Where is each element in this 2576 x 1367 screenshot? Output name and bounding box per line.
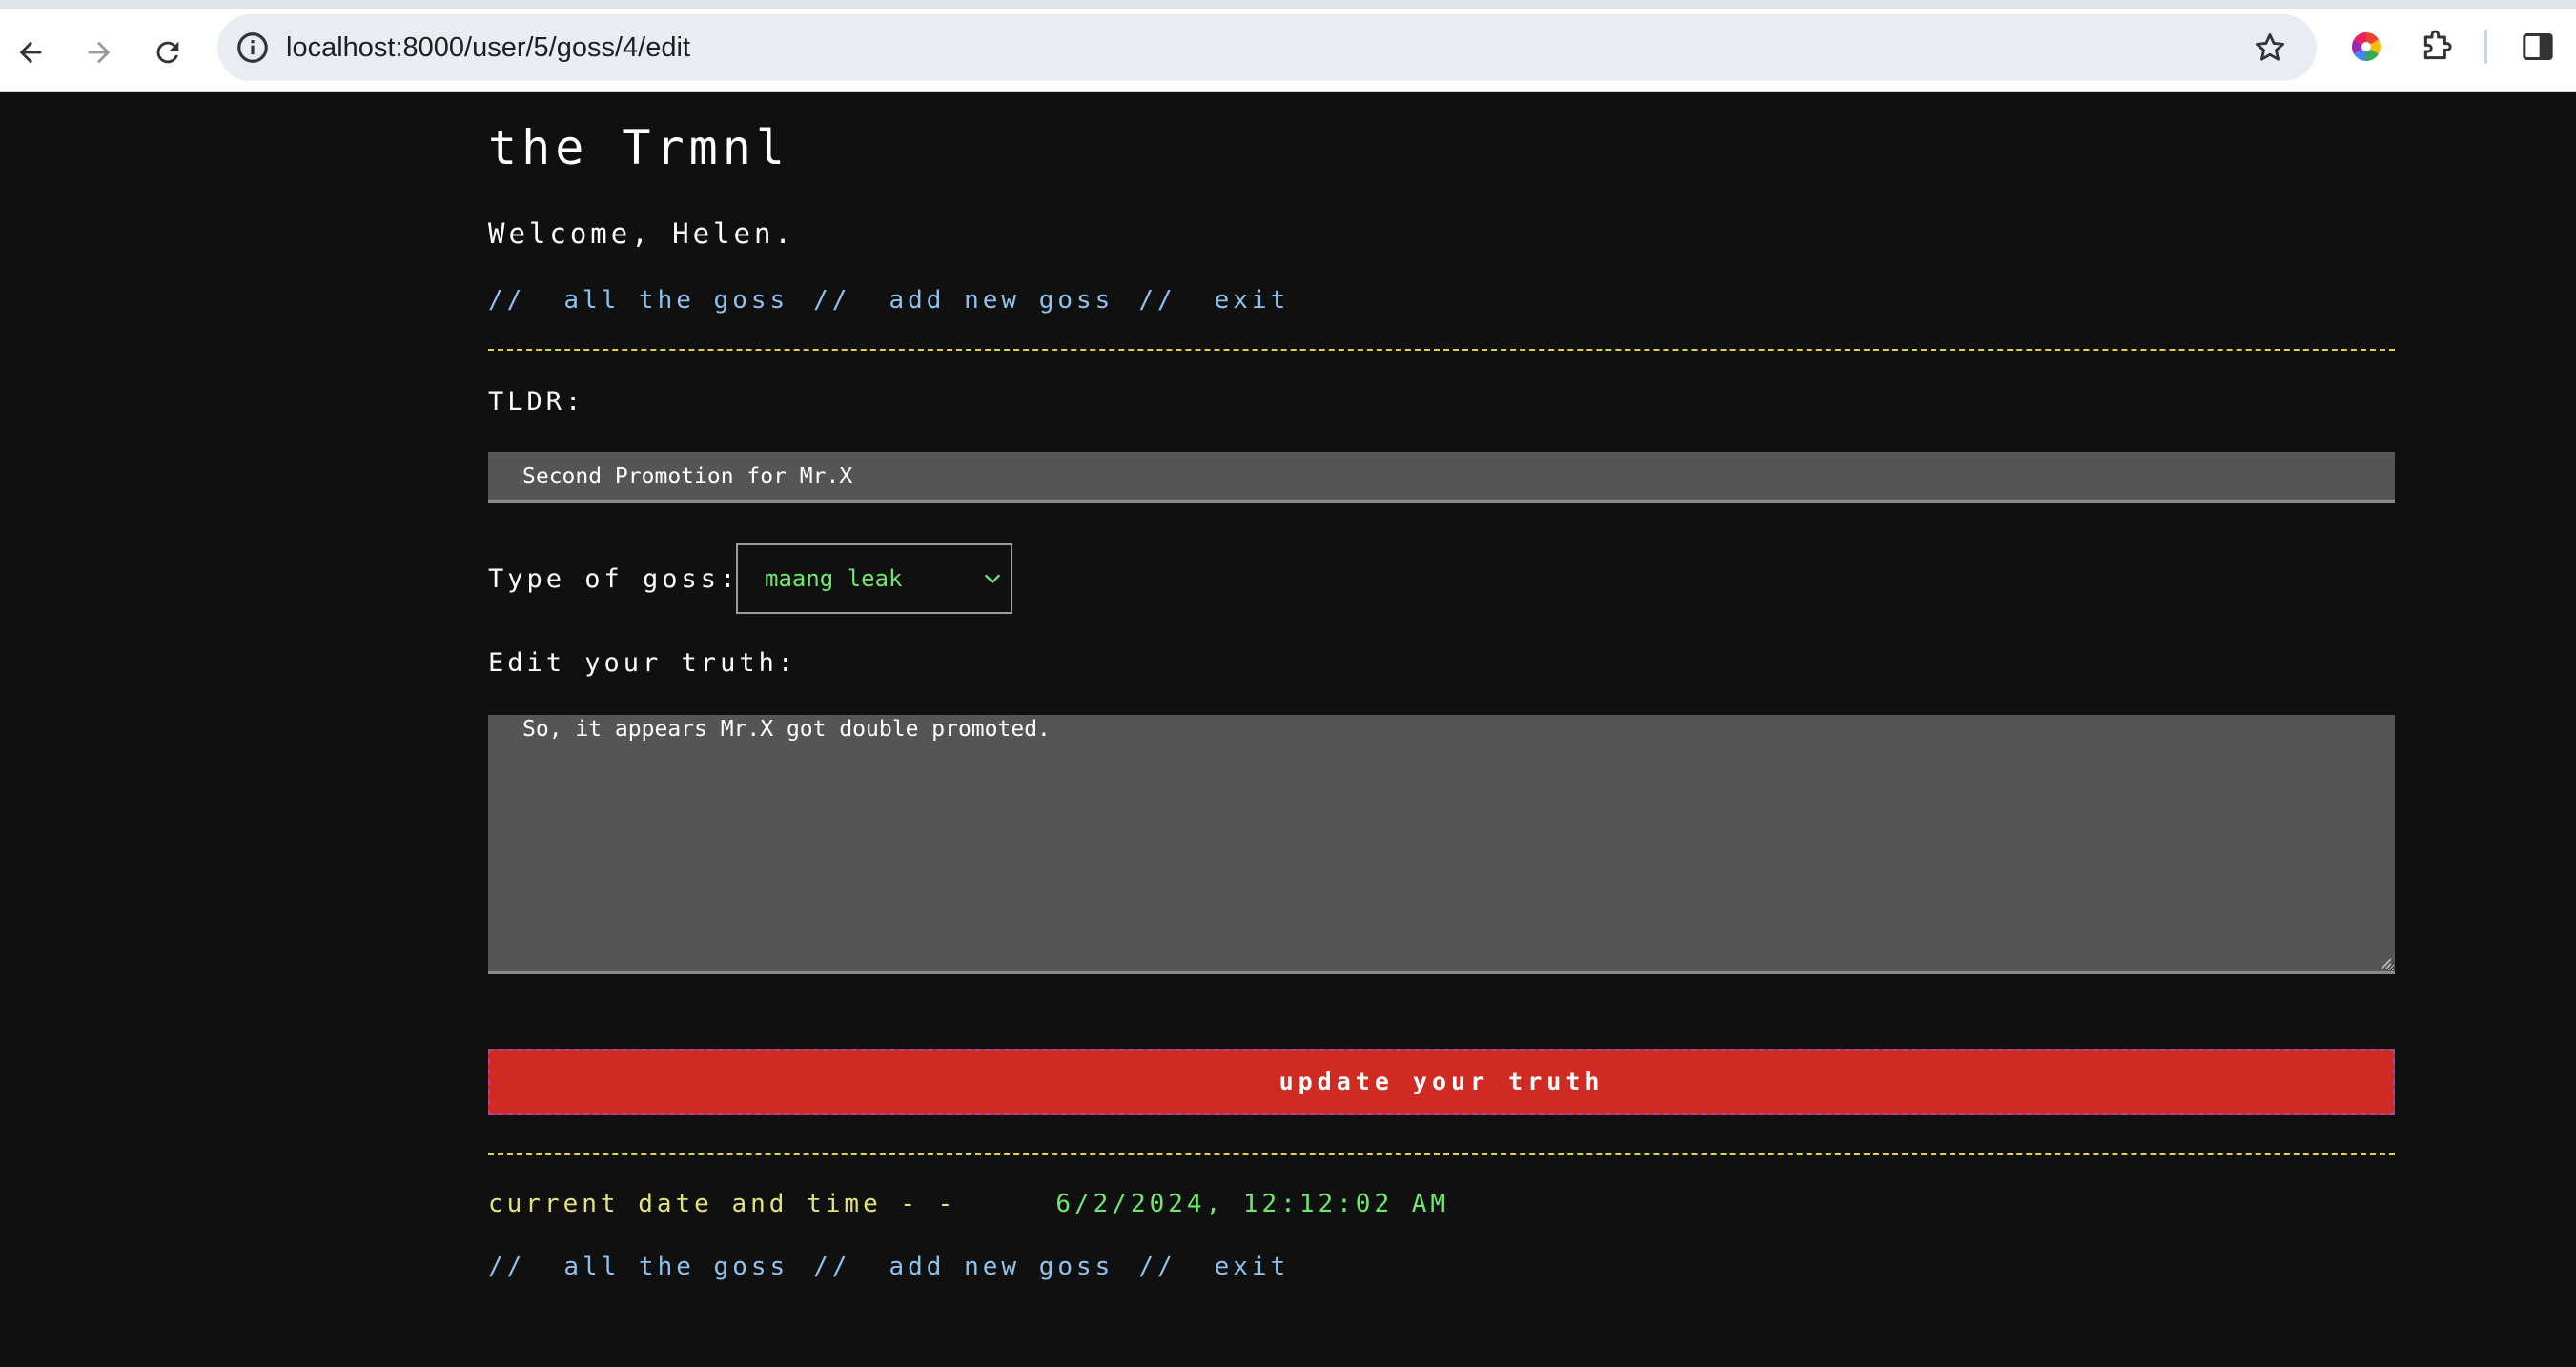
nav-link-all-goss[interactable]: all the goss	[563, 286, 788, 315]
toolbar-divider	[2484, 30, 2487, 64]
page-body: the Trmnl Welcome, Helen. // all the gos…	[0, 92, 2576, 1367]
nav-link-add-goss[interactable]: add new goss	[889, 286, 1114, 315]
nav-link-exit[interactable]: exit	[1215, 1253, 1290, 1281]
side-panel-icon[interactable]	[2519, 28, 2557, 66]
arrow-right-icon	[88, 41, 111, 64]
back-button[interactable]	[4, 26, 57, 79]
nav-separator: //	[1138, 286, 1176, 315]
arrow-left-icon	[19, 41, 42, 64]
resize-grip-icon[interactable]	[2376, 953, 2393, 970]
nav-link-all-goss[interactable]: all the goss	[563, 1253, 788, 1281]
forward-button[interactable]	[72, 26, 126, 79]
puzzle-icon[interactable]	[2418, 28, 2456, 66]
type-select-value: maang leak	[765, 565, 903, 592]
top-nav: // all the goss // add new goss // exit	[488, 286, 1289, 315]
datetime-value: 6/2/2024, 12:12:02 AM	[1055, 1190, 1450, 1218]
tldr-input[interactable]	[488, 452, 2395, 503]
nav-separator: //	[1138, 1253, 1176, 1281]
address-bar[interactable]: localhost:8000/user/5/goss/4/edit	[217, 14, 2317, 81]
site-title: the Trmnl	[488, 120, 789, 175]
nav-separator: //	[488, 1253, 526, 1281]
truth-label: Edit your truth:	[488, 648, 798, 678]
type-label: Type of goss:	[488, 564, 740, 594]
tldr-label: TLDR:	[488, 387, 585, 417]
reload-icon	[156, 41, 179, 64]
type-select[interactable]: maang leak	[736, 543, 1012, 614]
info-circle-icon[interactable]	[235, 30, 271, 66]
star-icon[interactable]	[2252, 30, 2288, 66]
color-wheel-icon[interactable]	[2347, 28, 2385, 66]
bottom-divider	[488, 1153, 2395, 1155]
update-truth-button[interactable]: update your truth	[488, 1049, 2395, 1115]
url-text[interactable]: localhost:8000/user/5/goss/4/edit	[286, 14, 690, 81]
welcome-message: Welcome, Helen.	[488, 217, 795, 250]
datetime-row: current date and time - - 6/2/2024, 12:1…	[488, 1190, 1449, 1218]
truth-textarea[interactable]: So, it appears Mr.X got double promoted.	[488, 715, 2395, 974]
chevron-down-icon	[984, 574, 1001, 584]
nav-link-exit[interactable]: exit	[1215, 286, 1290, 315]
nav-separator: //	[813, 286, 851, 315]
top-divider	[488, 349, 2395, 351]
nav-link-add-goss[interactable]: add new goss	[889, 1253, 1114, 1281]
datetime-label: current date and time - -	[488, 1190, 957, 1218]
nav-separator: //	[488, 286, 526, 315]
nav-separator: //	[813, 1253, 851, 1281]
reload-button[interactable]	[141, 26, 194, 79]
browser-toolbar: localhost:8000/user/5/goss/4/edit	[0, 0, 2576, 92]
bottom-nav: // all the goss // add new goss // exit	[488, 1253, 1289, 1281]
